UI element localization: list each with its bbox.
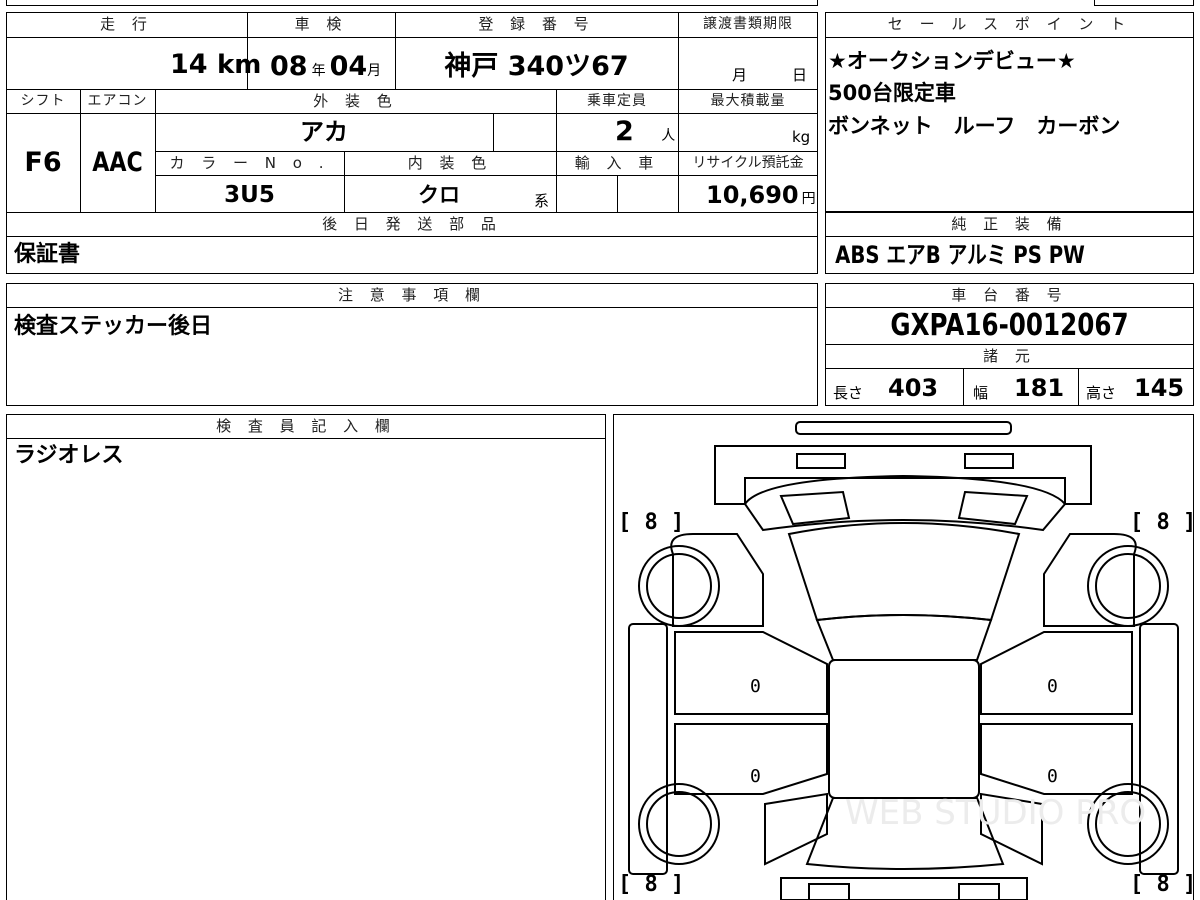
exterior-color-value: アカ bbox=[300, 118, 348, 146]
mileage-header: 走 行 bbox=[100, 15, 153, 33]
rear-bumper-slot-right bbox=[958, 883, 1000, 900]
inspection-month: 04 bbox=[329, 51, 368, 82]
later-parts-value: 保証書 bbox=[14, 242, 81, 267]
left-rear-wheel bbox=[638, 783, 720, 865]
later-parts-header: 後 日 発 送 部 品 bbox=[322, 215, 502, 233]
inspector-value: ラジオレス bbox=[14, 443, 124, 468]
left-sill bbox=[628, 623, 668, 875]
windshield bbox=[787, 522, 1021, 622]
mileage-unit: km bbox=[216, 50, 262, 80]
top-strip-right bbox=[1094, 0, 1194, 6]
aircon-header: エアコン bbox=[87, 93, 148, 109]
inspector-box bbox=[6, 414, 606, 900]
inspection-header: 車 検 bbox=[294, 15, 348, 33]
headlight-right-slot bbox=[964, 453, 1014, 469]
left-quarter bbox=[764, 792, 828, 866]
cabin-roof bbox=[828, 659, 980, 799]
spec-length-value: 403 bbox=[888, 374, 939, 402]
tire-front-left-marker: [ 8 ] bbox=[618, 510, 685, 535]
right-sill bbox=[1139, 623, 1179, 875]
tire-rear-right-marker: [ 8 ] bbox=[1130, 872, 1197, 897]
inspector-header: 検 査 員 記 入 欄 bbox=[216, 417, 396, 435]
specs-header: 諸 元 bbox=[983, 347, 1036, 365]
right-front-wheel-inner bbox=[1095, 553, 1161, 619]
shift-value: F6 bbox=[24, 147, 62, 178]
inspection-year: 08 bbox=[270, 51, 308, 82]
door-front-right-score: 0 bbox=[1047, 676, 1058, 697]
exterior-color-header: 外 装 色 bbox=[313, 92, 398, 110]
spec-height-label: 高さ bbox=[1086, 384, 1117, 402]
right-front-door bbox=[980, 631, 1133, 715]
caution-header: 注 意 事 項 欄 bbox=[337, 286, 487, 304]
spec-height-value: 145 bbox=[1134, 374, 1185, 402]
equipment-header: 純 正 装 備 bbox=[951, 215, 1068, 233]
left-front-wheel bbox=[638, 545, 720, 627]
roof bbox=[815, 614, 993, 661]
transfer-month-unit: 月 bbox=[732, 66, 748, 84]
diagram-watermark: WEB STUDIO PRO bbox=[845, 793, 1146, 833]
car-body-diagram: WEB STUDIO PRO bbox=[628, 421, 1179, 900]
color-no-value: 3U5 bbox=[224, 182, 275, 208]
capacity-value: 2 人 bbox=[615, 116, 676, 147]
right-front-wheel bbox=[1087, 545, 1169, 627]
door-front-left-score: 0 bbox=[750, 676, 761, 697]
recycle-value: 10,690 円 bbox=[706, 181, 816, 209]
chassis-value: GXPA16-0012067 bbox=[890, 308, 1129, 343]
rear-bumper-slot bbox=[808, 883, 850, 900]
spec-width-label: 幅 bbox=[973, 384, 989, 402]
sales-point-line-2: 500台限定車 bbox=[828, 81, 956, 105]
interior-color-unit: 系 bbox=[534, 192, 550, 210]
capacity-unit: 人 bbox=[661, 128, 676, 144]
interior-color-header: 内 装 色 bbox=[407, 154, 493, 172]
sales-point-header: セ ー ル ス ポ イ ン ト bbox=[887, 15, 1132, 33]
import-header: 輸 入 車 bbox=[574, 154, 660, 172]
shift-header: シフト bbox=[20, 93, 66, 109]
headlight-left-slot bbox=[796, 453, 846, 469]
max-load-unit: kg bbox=[792, 128, 811, 146]
spec-width-value: 181 bbox=[1014, 374, 1065, 402]
left-front-door bbox=[674, 631, 828, 715]
recycle-unit: 円 bbox=[801, 191, 816, 207]
spec-length-label: 長さ bbox=[833, 384, 864, 402]
tire-front-right-marker: [ 8 ] bbox=[1130, 510, 1197, 535]
recycle-header: リサイクル預託金 bbox=[692, 155, 804, 171]
equipment-value: ABS エアB アルミ PS PW bbox=[835, 241, 1085, 269]
inspection-value: 08 年 04月 bbox=[270, 51, 382, 82]
capacity-header: 乗車定員 bbox=[587, 93, 647, 109]
rear-panel bbox=[780, 877, 1028, 900]
left-fender bbox=[670, 533, 764, 627]
aircon-value: AAC bbox=[92, 147, 143, 178]
chassis-header: 車 台 番 号 bbox=[951, 286, 1068, 304]
front-bumper bbox=[795, 421, 1012, 435]
left-front-wheel-inner bbox=[646, 553, 712, 619]
transfer-day-unit: 日 bbox=[792, 66, 808, 84]
headlight-right bbox=[957, 490, 1029, 526]
mileage-value: 14 km bbox=[170, 49, 262, 80]
door-rear-right-score: 0 bbox=[1047, 766, 1058, 787]
sales-point-line-1: ★オークションデビュー★ bbox=[828, 49, 1076, 73]
tire-rear-left-marker: [ 8 ] bbox=[618, 872, 685, 897]
right-fender bbox=[1043, 533, 1137, 627]
headlight-left bbox=[779, 490, 851, 526]
door-rear-left-score: 0 bbox=[750, 766, 761, 787]
sales-point-line-3: ボンネット ルーフ カーボン bbox=[828, 114, 1121, 138]
transfer-deadline-header: 譲渡書類期限 bbox=[703, 16, 793, 32]
max-load-header: 最大積載量 bbox=[710, 93, 786, 109]
left-rear-wheel-inner bbox=[646, 791, 712, 857]
registration-header: 登 録 番 号 bbox=[478, 15, 595, 33]
top-strip bbox=[6, 0, 818, 6]
interior-color-value: クロ bbox=[418, 183, 460, 207]
color-no-header: カ ラ ー N o . bbox=[169, 154, 330, 172]
caution-value: 検査ステッカー後日 bbox=[14, 314, 213, 339]
registration-value: 神戸 340ツ67 bbox=[444, 51, 629, 82]
